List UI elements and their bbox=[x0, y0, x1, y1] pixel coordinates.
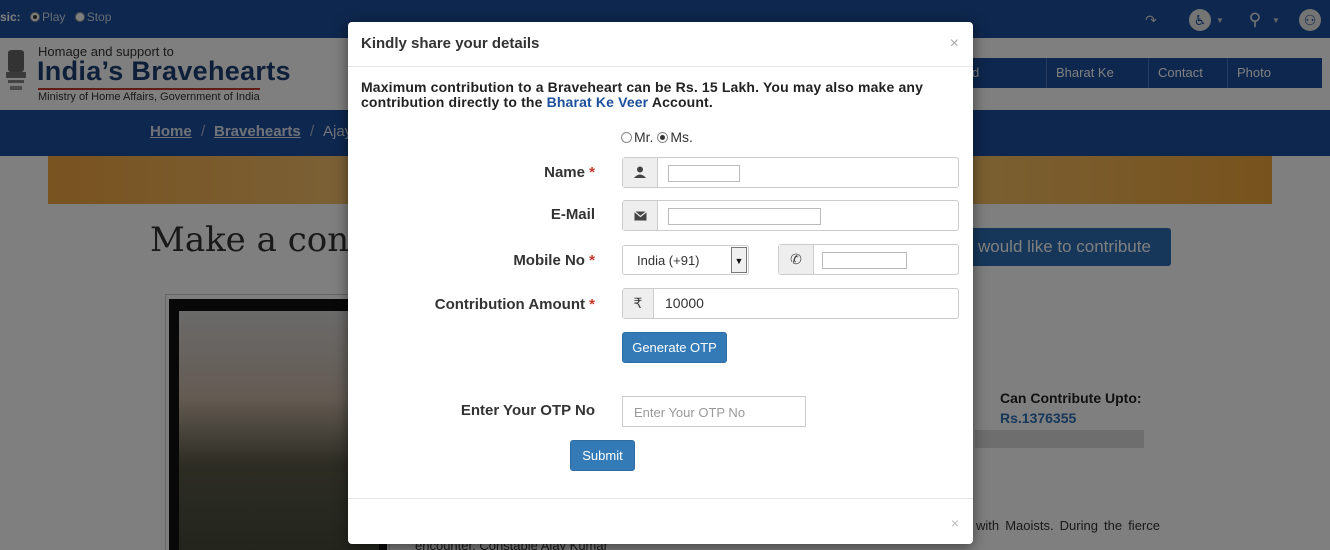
info-suffix: Account. bbox=[648, 94, 713, 110]
name-field[interactable] bbox=[622, 157, 959, 188]
name-input[interactable] bbox=[668, 165, 740, 182]
mobile-input[interactable] bbox=[822, 252, 907, 269]
chevron-down-icon[interactable]: ▼ bbox=[731, 247, 747, 273]
amount-label: Contribution Amount * bbox=[435, 296, 595, 313]
otp-input[interactable]: Enter Your OTP No bbox=[622, 396, 806, 427]
user-icon bbox=[623, 158, 658, 187]
close-icon[interactable]: × bbox=[950, 35, 959, 53]
bharat-ke-veer-link[interactable]: Bharat Ke Veer bbox=[547, 94, 649, 110]
email-input[interactable] bbox=[668, 208, 821, 225]
envelope-icon bbox=[623, 201, 658, 230]
salutation-group: Mr. Ms. bbox=[621, 129, 693, 145]
name-label: Name * bbox=[544, 164, 595, 181]
submit-button[interactable]: Submit bbox=[570, 440, 635, 471]
mobile-label-text: Mobile No bbox=[513, 252, 585, 269]
amount-label-text: Contribution Amount bbox=[434, 296, 585, 313]
modal-title: Kindly share your details bbox=[361, 35, 540, 52]
mobile-label: Mobile No * bbox=[513, 252, 595, 269]
otp-placeholder: Enter Your OTP No bbox=[634, 405, 746, 420]
rupee-icon: ₹ bbox=[623, 289, 654, 318]
name-label-text: Name bbox=[544, 164, 585, 181]
modal-header: Kindly share your details × bbox=[348, 22, 973, 67]
mobile-field[interactable]: ✆ bbox=[778, 244, 959, 275]
salutation-ms-label: Ms. bbox=[670, 129, 693, 145]
country-code-select[interactable]: India (+91) ▼ bbox=[622, 245, 749, 275]
amount-field[interactable]: ₹ 10000 bbox=[622, 288, 959, 319]
contribution-info: Maximum contribution to a Braveheart can… bbox=[361, 80, 961, 110]
email-label: E-Mail bbox=[550, 206, 595, 223]
salutation-ms-radio[interactable] bbox=[657, 132, 669, 143]
close-icon[interactable]: × bbox=[951, 515, 959, 531]
contribution-modal: Kindly share your details × Maximum cont… bbox=[348, 22, 973, 544]
salutation-mr-label: Mr. bbox=[634, 129, 654, 145]
amount-input[interactable]: 10000 bbox=[665, 295, 704, 311]
otp-label: Enter Your OTP No bbox=[460, 402, 595, 419]
generate-otp-button[interactable]: Generate OTP bbox=[622, 332, 727, 363]
required-mark: * bbox=[589, 296, 595, 313]
country-code-value: India (+91) bbox=[637, 253, 700, 268]
email-field[interactable] bbox=[622, 200, 959, 231]
modal-footer: × bbox=[348, 498, 973, 544]
required-mark: * bbox=[589, 164, 595, 181]
phone-icon: ✆ bbox=[779, 245, 814, 274]
required-mark: * bbox=[589, 252, 595, 269]
salutation-mr-radio[interactable] bbox=[621, 132, 632, 143]
